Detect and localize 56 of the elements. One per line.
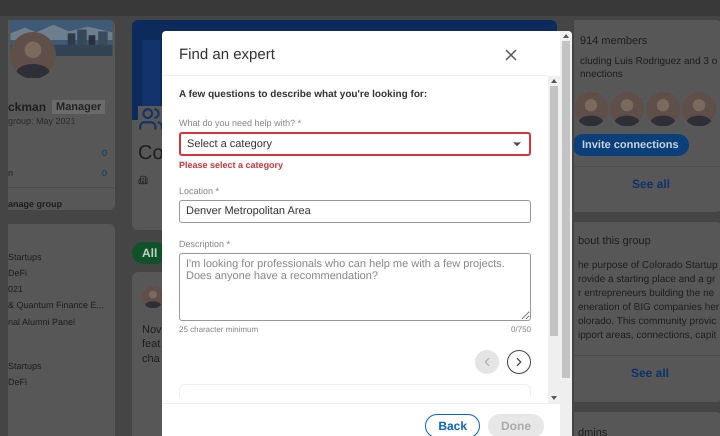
group-link[interactable]: Startups [8, 251, 42, 264]
manage-group-link[interactable]: anage group [8, 198, 62, 210]
avatar [10, 32, 56, 78]
group-title: Co [138, 141, 164, 166]
post-text: cha [142, 352, 160, 366]
avatar [574, 92, 608, 126]
scroll-up-icon[interactable] [551, 79, 557, 84]
category-dropdown[interactable]: Select a category [179, 132, 531, 156]
avatar [610, 92, 644, 126]
invite-connections-button[interactable]: Invite connections [574, 134, 689, 156]
about-text: r entrepreneurs building the ne [578, 286, 714, 301]
scrollbar-thumb[interactable] [562, 41, 570, 378]
stat-value: 0 [102, 166, 107, 179]
back-button[interactable]: Back [425, 414, 480, 436]
scroll-up-icon[interactable] [563, 34, 569, 38]
about-text: he purpose of Colorado Startup [578, 258, 718, 273]
member-count: 914 members [580, 34, 648, 49]
member-name: ckman [8, 99, 46, 116]
group-logo-icon [138, 106, 164, 132]
group-link[interactable]: DeFi [8, 267, 28, 280]
stat-value: 0 [102, 146, 107, 159]
role-badge: Manager [52, 100, 106, 114]
next-button[interactable] [507, 350, 531, 374]
dialog-title: Find an expert [179, 45, 275, 65]
location-field[interactable]: Denver Metropolitan Area [179, 200, 531, 223]
group-link[interactable]: nal Alumni Panel [8, 316, 76, 328]
field-hint: 25 character minimum [179, 324, 258, 336]
field-label: What do you need help with? * [179, 118, 302, 128]
see-all-link[interactable]: See all [630, 366, 670, 380]
about-text: rovide a starting place and a gr [578, 272, 716, 287]
members-subtitle: nnections [580, 68, 623, 82]
error-message: Please select a category [179, 160, 284, 170]
field-label: Location * [179, 186, 220, 196]
post-text: feat [142, 337, 160, 352]
section-title: dmins [578, 426, 608, 436]
about-text: ipport areas, connections, capit [578, 328, 716, 343]
scroll-down-icon[interactable] [551, 396, 557, 400]
group-link[interactable]: Startups [8, 360, 42, 372]
field-label: Description * [179, 238, 232, 249]
group-link[interactable]: & Quantum Finance E... [8, 299, 104, 312]
about-text: olorado. This community provic [578, 314, 716, 329]
avatar [646, 92, 680, 126]
intro-text: A few questions to describe what you're looking for: [179, 88, 428, 102]
building-icon [138, 175, 148, 185]
group-link[interactable]: DeFi [8, 376, 28, 388]
stat-label: n [8, 166, 14, 179]
post-text: Nov [142, 323, 162, 338]
members-subtitle: cluding Luis Rodriguez and 3 o [580, 54, 718, 68]
about-text: eneration of BIG companies her [578, 300, 720, 315]
group-link[interactable]: 021 [8, 283, 24, 296]
character-counter: 0/750 [510, 324, 531, 336]
avatar [682, 92, 716, 126]
scrollbar-thumb[interactable] [550, 86, 558, 336]
description-field[interactable]: I'm looking for professionals who can help me with a few projects. Does anyone have a recommendation? [179, 252, 531, 321]
section-title: bout this group [578, 234, 651, 249]
see-all-link[interactable]: See all [632, 176, 670, 191]
